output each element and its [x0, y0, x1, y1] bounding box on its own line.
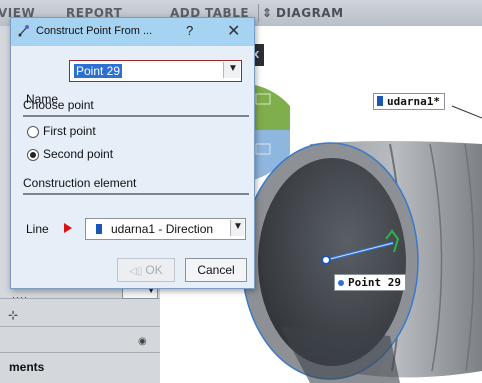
node-icon: ⊹ [8, 308, 19, 322]
ok-button[interactable]: ◁▯ OK [117, 258, 175, 282]
second-point-label[interactable]: Second point [43, 147, 113, 161]
choose-point-heading: Choose point [23, 98, 94, 112]
part-icon [377, 96, 383, 106]
first-point-label[interactable]: First point [43, 124, 96, 138]
chevron-down-icon: ▼ [228, 63, 238, 74]
eye-icon[interactable]: ◉ [138, 336, 147, 347]
point-icon [338, 280, 344, 286]
section-divider [23, 193, 249, 195]
dialog-title-bar[interactable]: Construct Point From ... ? ✕ [11, 18, 254, 46]
label-leader-line [451, 105, 482, 119]
construction-element-heading: Construction element [23, 176, 137, 190]
point-29-marker [321, 255, 331, 265]
udarna-label[interactable]: udarna1* [373, 93, 445, 110]
part-icon [96, 224, 102, 234]
line-selector-flag-icon[interactable] [64, 223, 72, 233]
udarna-label-text: udarna1* [387, 95, 440, 108]
left-panel-row [0, 300, 160, 327]
ok-button-label: OK [145, 263, 163, 277]
line-label: Line [26, 222, 49, 236]
name-dropdown-button[interactable]: ▼ [223, 62, 240, 78]
ok-icon: ◁▯ [129, 266, 143, 277]
cancel-button[interactable]: Cancel [185, 258, 247, 282]
dialog-body: Name [11, 46, 254, 288]
name-field[interactable]: Point 29 ▼ [69, 60, 242, 82]
diagram-menu-icon: ⇕ [262, 6, 273, 20]
close-icon[interactable]: ✕ [227, 21, 240, 41]
first-point-radio[interactable] [27, 126, 39, 138]
tab-separator [258, 4, 259, 22]
name-field-value: Point 29 [74, 64, 123, 78]
construct-point-dialog: Construct Point From ... ? ✕ Name Point … [10, 17, 255, 289]
nav-sphere-green [250, 84, 290, 130]
dialog-title: Construct Point From ... [36, 25, 153, 37]
left-panel-row [0, 328, 160, 353]
point-29-label[interactable]: Point 29 [334, 274, 406, 291]
second-point-radio[interactable] [27, 149, 39, 161]
point-29-label-text: Point 29 [348, 276, 401, 289]
line-select-value: udarna1 - Direction [111, 222, 214, 236]
construct-point-icon [18, 25, 29, 37]
tab-diagram[interactable]: DIAGRAM [276, 4, 344, 22]
left-panel-section-title: ments [9, 360, 45, 374]
line-dropdown-button[interactable]: ▼ [230, 220, 244, 236]
chevron-down-icon: ▼ [233, 221, 243, 232]
section-divider [23, 115, 249, 117]
line-select[interactable]: udarna1 - Direction ▼ [85, 218, 246, 240]
help-button[interactable]: ? [186, 23, 193, 38]
